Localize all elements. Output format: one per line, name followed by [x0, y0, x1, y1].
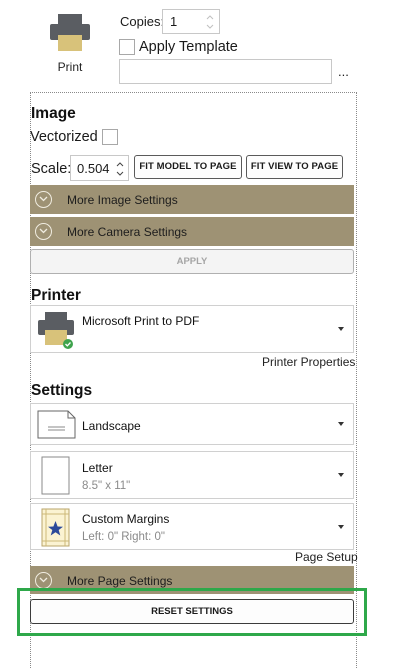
- apply-template-checkbox[interactable]: Apply Template: [119, 38, 238, 58]
- printer-properties-link[interactable]: Printer Properties: [262, 355, 355, 369]
- apply-button[interactable]: APPLY: [30, 249, 354, 274]
- more-page-settings-label: More Page Settings: [67, 574, 173, 588]
- more-page-settings-expander[interactable]: More Page Settings: [30, 566, 354, 594]
- checkbox-box[interactable]: [119, 38, 135, 55]
- checkbox-box[interactable]: [101, 128, 118, 145]
- printer-select[interactable]: Microsoft Print to PDF: [30, 305, 354, 353]
- print-button[interactable]: Print: [40, 8, 100, 78]
- printer-icon: [50, 14, 90, 51]
- vectorized-checkbox[interactable]: Vectorized: [30, 128, 118, 146]
- dropdown-caret-icon: [338, 524, 344, 529]
- chevron-down-icon: [35, 191, 52, 208]
- more-image-settings-expander[interactable]: More Image Settings: [30, 185, 354, 214]
- page-setup-link[interactable]: Page Setup: [295, 550, 358, 564]
- more-camera-settings-expander[interactable]: More Camera Settings: [30, 217, 354, 246]
- fit-model-to-page-button[interactable]: FIT MODEL TO PAGE: [134, 155, 242, 179]
- dropdown-caret-icon: [338, 327, 344, 331]
- dropdown-caret-icon: [338, 473, 344, 477]
- more-camera-settings-label: More Camera Settings: [67, 225, 188, 239]
- scale-stepper[interactable]: 0.504: [70, 155, 129, 181]
- custom-margins-icon: [41, 508, 70, 547]
- portrait-page-icon: [41, 456, 70, 495]
- paper-size-value: Letter: [82, 461, 113, 475]
- printer-section-title: Printer: [31, 287, 81, 304]
- copies-stepper[interactable]: 1: [162, 9, 220, 34]
- scale-value: 0.504: [77, 161, 110, 176]
- scale-label: Scale:: [31, 161, 72, 177]
- spin-arrows-icon[interactable]: [115, 159, 125, 179]
- print-label: Print: [57, 60, 83, 74]
- margins-value: Custom Margins: [82, 512, 170, 526]
- template-path-field[interactable]: [119, 59, 332, 84]
- orientation-value: Landscape: [82, 419, 141, 433]
- copies-value: 1: [170, 14, 178, 29]
- more-image-settings-label: More Image Settings: [67, 193, 178, 207]
- reset-settings-button[interactable]: RESET SETTINGS: [30, 599, 354, 624]
- paper-dimensions: 8.5" x 11": [82, 480, 131, 492]
- image-section-title: Image: [31, 105, 76, 122]
- landscape-page-icon: [37, 410, 76, 439]
- vectorized-label: Vectorized: [30, 128, 98, 145]
- chevron-down-icon: [35, 223, 52, 240]
- fit-view-to-page-button[interactable]: FIT VIEW TO PAGE: [246, 155, 343, 179]
- dropdown-caret-icon: [338, 422, 344, 426]
- printer-icon: [38, 312, 74, 349]
- margins-select[interactable]: Custom Margins Left: 0" Right: 0": [30, 503, 354, 550]
- paper-size-select[interactable]: Letter 8.5" x 11": [30, 451, 354, 499]
- orientation-select[interactable]: Landscape: [30, 403, 354, 445]
- settings-section-title: Settings: [31, 382, 93, 399]
- template-browse-button[interactable]: ...: [338, 64, 349, 79]
- margins-detail: Left: 0" Right: 0": [82, 531, 165, 543]
- chevron-down-icon: [35, 572, 52, 589]
- printer-name: Microsoft Print to PDF: [82, 314, 200, 328]
- apply-template-label: Apply Template: [139, 38, 238, 55]
- copies-label: Copies:: [120, 14, 165, 29]
- spin-arrows-icon[interactable]: [205, 12, 215, 32]
